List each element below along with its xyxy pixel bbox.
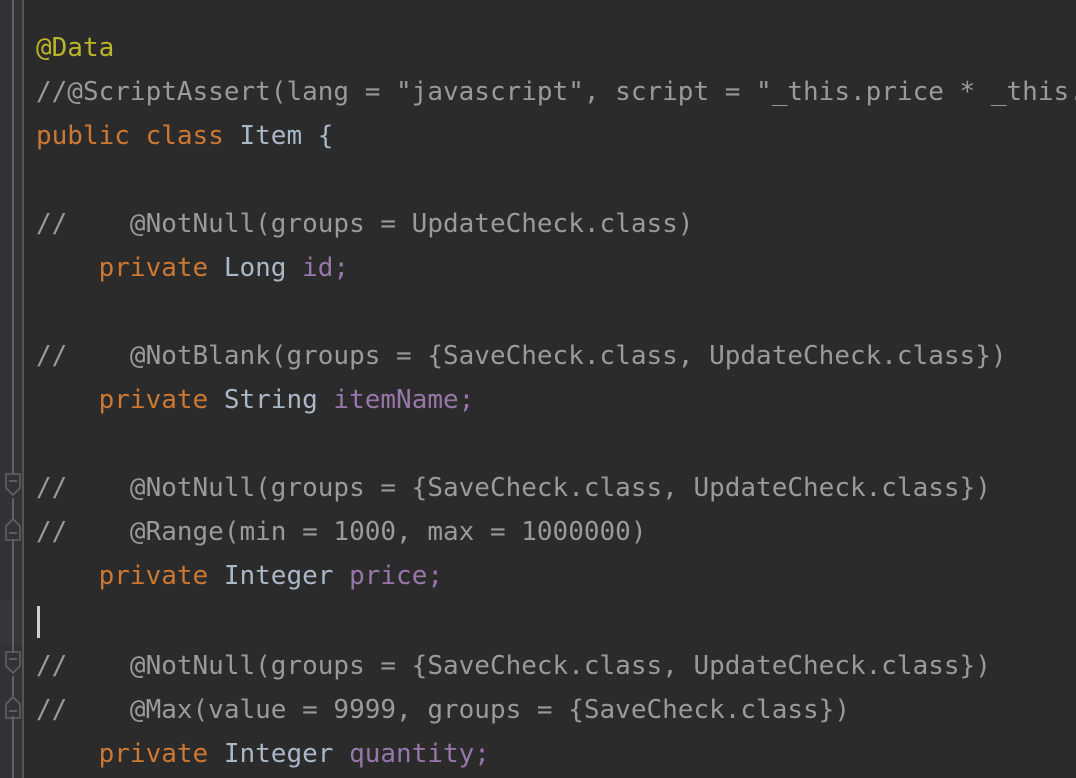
code-token-comment: // @Range(min = 1000, max = 1000000)	[36, 517, 647, 547]
code-line[interactable]	[24, 422, 36, 466]
code-line[interactable]: // @NotNull(groups = UpdateCheck.class)	[24, 202, 693, 246]
code-token-comment: // @Max(value = 9999, groups = {SaveChec…	[36, 695, 850, 725]
code-line[interactable]: //@ScriptAssert(lang = "javascript", scr…	[24, 70, 1076, 114]
code-line[interactable]	[24, 158, 36, 202]
code-line-content: private Long id;	[24, 246, 349, 290]
code-line-content: public class Item {	[24, 114, 333, 158]
code-line[interactable]: // @NotNull(groups = {SaveCheck.class, U…	[24, 644, 991, 688]
fold-connector-line	[12, 716, 14, 778]
code-line[interactable]	[24, 290, 36, 334]
code-line-content: // @Range(min = 1000, max = 1000000)	[24, 510, 646, 554]
code-token-type: Long	[223, 253, 303, 283]
code-token-kw: private	[36, 385, 224, 415]
code-line[interactable]: // @Max(value = 9999, groups = {SaveChec…	[24, 688, 850, 732]
code-token-type: Integer	[223, 561, 350, 591]
code-line[interactable]: // @NotBlank(groups = {SaveCheck.class, …	[24, 334, 1007, 378]
fold-region-start-icon[interactable]	[3, 650, 23, 676]
code-editor[interactable]: @Data //@ScriptAssert(lang = "javascript"…	[0, 0, 1076, 778]
code-line[interactable]	[24, 600, 36, 644]
code-token-kw: private	[36, 253, 224, 283]
code-token-field: itemName;	[333, 385, 475, 415]
code-token-kw: private	[36, 739, 224, 769]
code-line-content: // @NotNull(groups = {SaveCheck.class, U…	[24, 466, 991, 510]
code-token-comment: // @NotNull(groups = {SaveCheck.class, U…	[36, 651, 991, 681]
code-token-comment: //@ScriptAssert(lang = "javascript", scr…	[36, 77, 1076, 107]
code-token-anno: @Data	[36, 33, 115, 63]
text-caret	[37, 606, 40, 638]
code-line-content: //@ScriptAssert(lang = "javascript", scr…	[24, 70, 1076, 114]
code-token-type: String	[223, 385, 334, 415]
code-line-content: private String itemName;	[24, 378, 475, 422]
code-token-type: Integer	[223, 739, 350, 769]
fold-connector-line	[12, 676, 14, 696]
code-token-type: Item	[239, 121, 303, 151]
code-line-content: // @NotNull(groups = {SaveCheck.class, U…	[24, 644, 991, 688]
code-line[interactable]: private String itemName;	[24, 378, 475, 422]
code-token-field: id;	[302, 253, 350, 283]
fold-connector-line	[12, 540, 14, 652]
code-line[interactable]: public class Item {	[24, 114, 333, 158]
code-line[interactable]: // @NotNull(groups = {SaveCheck.class, U…	[24, 466, 991, 510]
code-token-punct: {	[302, 121, 334, 151]
code-line[interactable]: private Integer quantity;	[24, 732, 490, 776]
code-line-content: // @NotBlank(groups = {SaveCheck.class, …	[24, 334, 1007, 378]
code-token-kw: public class	[36, 121, 240, 151]
code-line-content: // @NotNull(groups = UpdateCheck.class)	[24, 202, 693, 246]
fold-region-start-icon[interactable]	[3, 472, 23, 498]
code-line-content: private Integer quantity;	[24, 732, 490, 776]
code-token-kw: private	[36, 561, 224, 591]
code-line[interactable]: // @Range(min = 1000, max = 1000000)	[24, 510, 646, 554]
code-token-field: price;	[349, 561, 443, 591]
code-text-area[interactable]: @Data //@ScriptAssert(lang = "javascript"…	[24, 0, 1076, 778]
code-line[interactable]: private Integer price;	[24, 554, 443, 598]
code-line-content: private Integer price;	[24, 554, 443, 598]
code-line-content: @Data	[24, 26, 114, 70]
fold-region-end-icon[interactable]	[3, 694, 23, 720]
code-token-field: quantity;	[349, 739, 490, 769]
code-token-comment: // @NotNull(groups = {SaveCheck.class, U…	[36, 473, 991, 503]
fold-connector-line	[12, 0, 14, 474]
fold-region-end-icon[interactable]	[3, 516, 23, 542]
code-line[interactable]: @Data	[24, 26, 114, 70]
code-line[interactable]: private Long id;	[24, 246, 349, 290]
code-line-content: // @Max(value = 9999, groups = {SaveChec…	[24, 688, 850, 732]
code-token-comment: // @NotBlank(groups = {SaveCheck.class, …	[36, 341, 1007, 371]
code-token-comment: // @NotNull(groups = UpdateCheck.class)	[36, 209, 694, 239]
